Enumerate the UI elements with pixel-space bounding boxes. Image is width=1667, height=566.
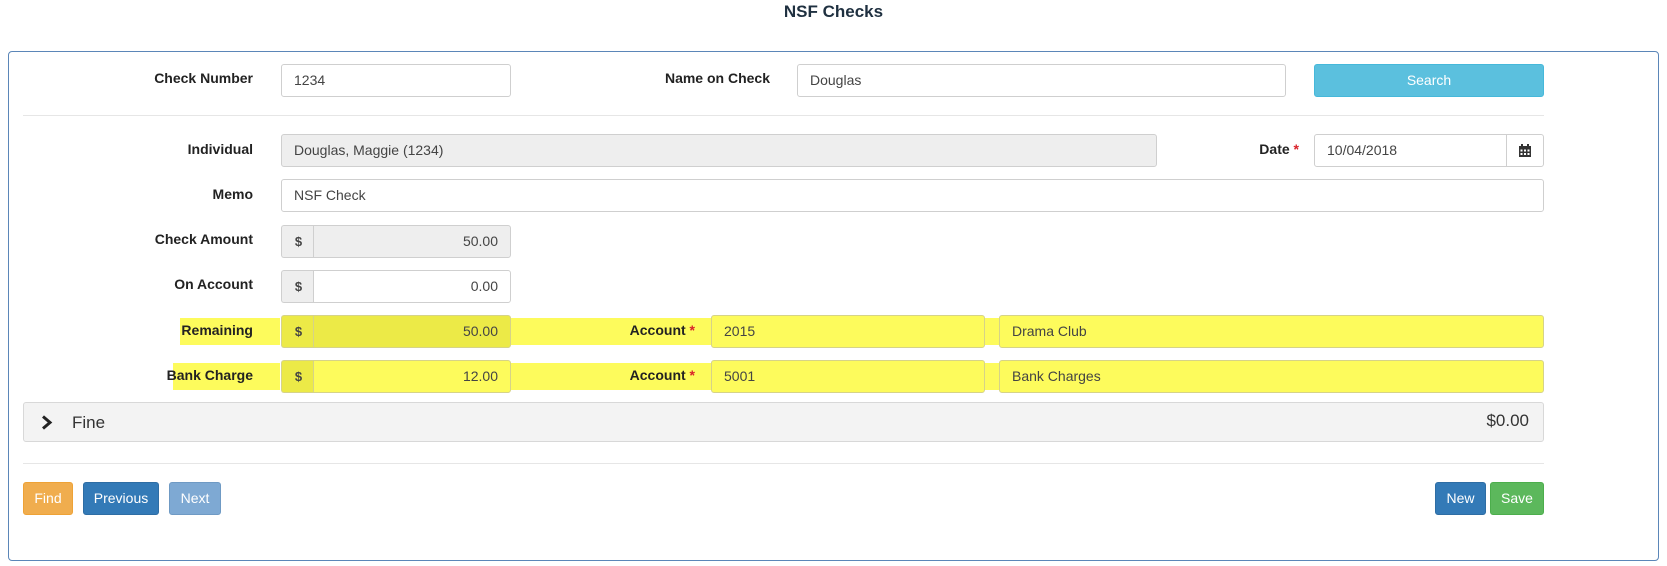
new-button[interactable]: New (1435, 482, 1486, 515)
next-button[interactable]: Next (169, 482, 221, 515)
memo-label: Memo (212, 186, 253, 202)
bank-charge-input[interactable]: 12.00 (313, 360, 511, 393)
check-number-label: Check Number (154, 70, 253, 86)
bank-account-name-input[interactable]: Bank Charges (999, 360, 1544, 393)
search-divider (23, 115, 1544, 116)
remaining-field: 50.00 (313, 315, 511, 348)
date-label-text: Date (1259, 141, 1290, 157)
memo-input[interactable]: NSF Check (281, 179, 1544, 212)
remaining-account-name-input[interactable]: Drama Club (999, 315, 1544, 348)
name-on-check-input[interactable]: Douglas (797, 64, 1286, 97)
bank-account-label-text: Account (629, 367, 686, 383)
footer-divider (23, 463, 1544, 464)
bank-account-required-mark: * (689, 367, 695, 383)
remaining-account-label-text: Account (629, 322, 686, 338)
previous-button[interactable]: Previous (83, 482, 159, 515)
check-amount-currency: $ (281, 225, 315, 258)
on-account-currency: $ (281, 270, 315, 303)
individual-field: Douglas, Maggie (1234) (281, 134, 1157, 167)
fine-section-header[interactable]: Fine $0.00 (23, 402, 1544, 442)
remaining-account-required-mark: * (689, 322, 695, 338)
check-number-input[interactable]: 1234 (281, 64, 511, 97)
individual-label: Individual (187, 141, 253, 157)
page-title: NSF Checks (783, 2, 884, 21)
remaining-currency: $ (281, 315, 315, 348)
date-picker-button[interactable] (1506, 134, 1544, 167)
nsf-check-panel (8, 51, 1659, 561)
date-required-mark: * (1293, 141, 1299, 157)
bank-account-number-input[interactable]: 5001 (711, 360, 985, 393)
remaining-account-label: Account * (560, 322, 695, 338)
check-amount-label: Check Amount (154, 231, 253, 247)
date-input[interactable]: 10/04/2018 (1314, 134, 1508, 167)
check-amount-field: 50.00 (313, 225, 511, 258)
on-account-input[interactable]: 0.00 (313, 270, 511, 303)
bank-charge-label: Bank Charge (166, 367, 253, 383)
find-button[interactable]: Find (23, 482, 73, 515)
chevron-right-icon (42, 415, 53, 430)
bank-charge-currency: $ (281, 360, 315, 393)
remaining-label: Remaining (181, 322, 253, 338)
fine-label: Fine (72, 413, 106, 432)
search-button[interactable]: Search (1314, 64, 1544, 97)
save-button[interactable]: Save (1490, 482, 1544, 515)
date-label: Date * (1200, 141, 1299, 157)
calendar-icon (1519, 144, 1531, 157)
fine-amount: $0.00 (1486, 411, 1529, 430)
name-on-check-label: Name on Check (664, 70, 770, 86)
on-account-label: On Account (174, 276, 253, 292)
bank-account-label: Account * (560, 367, 695, 383)
remaining-account-number-input[interactable]: 2015 (711, 315, 985, 348)
